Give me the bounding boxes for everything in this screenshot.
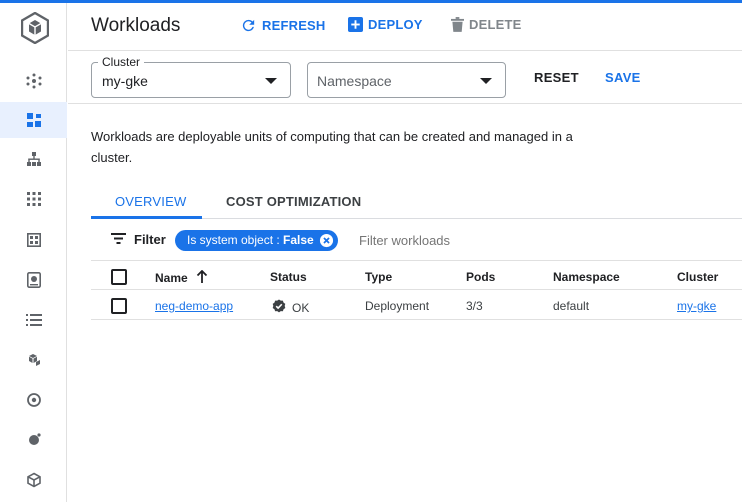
page-description: Workloads are deployable units of comput… — [91, 129, 573, 165]
reset-button[interactable]: RESET — [534, 70, 579, 85]
save-button[interactable]: SAVE — [605, 70, 641, 85]
marketplace-icon — [26, 352, 42, 368]
sidebar-item-marketplace[interactable] — [0, 342, 67, 378]
select-all-checkbox[interactable] — [111, 269, 127, 285]
column-header-status[interactable]: Status — [270, 270, 307, 284]
delete-button[interactable]: DELETE — [451, 17, 521, 32]
namespace-select[interactable]: Namespace — [307, 62, 506, 98]
add-box-icon — [348, 17, 363, 32]
delete-label: DELETE — [469, 17, 522, 32]
cluster-link[interactable]: my-gke — [677, 299, 716, 313]
workload-name-link[interactable]: neg-demo-app — [155, 299, 233, 313]
column-header-label: Name — [155, 271, 188, 285]
sidebar-item-storage[interactable] — [0, 262, 67, 298]
feature-bug-icon — [26, 432, 42, 448]
cluster-select-value: my-gke — [102, 73, 148, 89]
sidebar — [0, 3, 67, 502]
backup-icon — [26, 392, 42, 408]
type-cell: Deployment — [365, 299, 430, 313]
storage-disk-icon — [26, 272, 41, 288]
sidebar-item-backup[interactable] — [0, 382, 67, 418]
workloads-icon — [26, 112, 42, 128]
sort-ascending-icon — [196, 269, 208, 286]
cluster-filter-bar: Cluster my-gke Namespace RESET SAVE — [68, 52, 742, 104]
active-tab-indicator — [91, 216, 202, 219]
cluster-select-label: Cluster — [98, 55, 145, 69]
filter-chip-system-object[interactable]: Is system object : False — [175, 230, 338, 251]
filter-lines-icon — [111, 232, 126, 247]
filter-chip-key: Is system object : — [187, 233, 284, 247]
status-text: OK — [292, 300, 310, 315]
filter-label: Filter — [134, 232, 166, 247]
sidebar-item-object-browser[interactable] — [0, 302, 67, 338]
sidebar-item-config[interactable] — [0, 222, 67, 258]
tab-overview[interactable]: OVERVIEW — [115, 194, 186, 209]
page-title: Workloads — [91, 15, 181, 36]
check-circle-icon — [272, 299, 286, 316]
release-notes-icon — [26, 472, 42, 488]
row-checkbox[interactable] — [111, 298, 127, 314]
namespace-cell: default — [553, 299, 590, 313]
dropdown-arrow-icon — [265, 78, 277, 84]
table-header-row: Name Status Type Pods Namespace Cluster — [91, 260, 742, 290]
workloads-table: Name Status Type Pods Namespace Cluster … — [91, 260, 742, 320]
refresh-button[interactable]: REFRESH — [240, 17, 326, 34]
dashboard-grid-icon — [26, 233, 41, 247]
deploy-button[interactable]: DEPLOY — [348, 17, 423, 32]
apps-grid-icon — [26, 192, 41, 206]
filter-workloads-input[interactable] — [359, 233, 559, 248]
table-filter-bar: Filter Is system object : False — [91, 224, 742, 260]
refresh-icon — [240, 17, 257, 34]
dropdown-arrow-icon — [480, 78, 492, 84]
table-row: neg-demo-app OK Deployment 3/3 default m… — [91, 290, 742, 320]
cluster-select[interactable]: Cluster my-gke — [91, 55, 291, 98]
sidebar-item-features[interactable] — [0, 422, 67, 458]
column-header-name[interactable]: Name — [155, 269, 208, 286]
sidebar-item-release-notes[interactable] — [0, 462, 67, 498]
tab-cost-optimization[interactable]: COST OPTIMIZATION — [226, 194, 361, 209]
pods-cell: 3/3 — [466, 299, 483, 313]
column-header-pods[interactable]: Pods — [466, 270, 495, 284]
tab-bar: OVERVIEW COST OPTIMIZATION — [91, 182, 742, 219]
object-browser-icon — [25, 314, 42, 326]
filter-chip-value: False — [283, 233, 314, 247]
namespace-select-placeholder: Namespace — [317, 73, 392, 89]
column-header-type[interactable]: Type — [365, 270, 392, 284]
filter-button[interactable]: Filter — [111, 232, 166, 247]
sidebar-item-services[interactable] — [0, 141, 67, 177]
status-cell: OK — [272, 299, 309, 316]
sidebar-item-workloads[interactable] — [0, 102, 67, 138]
page-header: Workloads REFRESH DEPLOY DELETE — [68, 3, 742, 51]
kubernetes-engine-logo-icon[interactable] — [20, 11, 50, 45]
sidebar-item-applications[interactable] — [0, 181, 67, 217]
column-header-namespace[interactable]: Namespace — [553, 270, 620, 284]
node-network-icon — [26, 73, 42, 89]
remove-filter-icon[interactable] — [319, 233, 334, 248]
services-hierarchy-icon — [26, 151, 42, 167]
refresh-label: REFRESH — [262, 18, 326, 33]
sidebar-item-clusters[interactable] — [0, 63, 67, 99]
trash-icon — [451, 17, 464, 32]
column-header-cluster[interactable]: Cluster — [677, 270, 718, 284]
deploy-label: DEPLOY — [368, 17, 423, 32]
